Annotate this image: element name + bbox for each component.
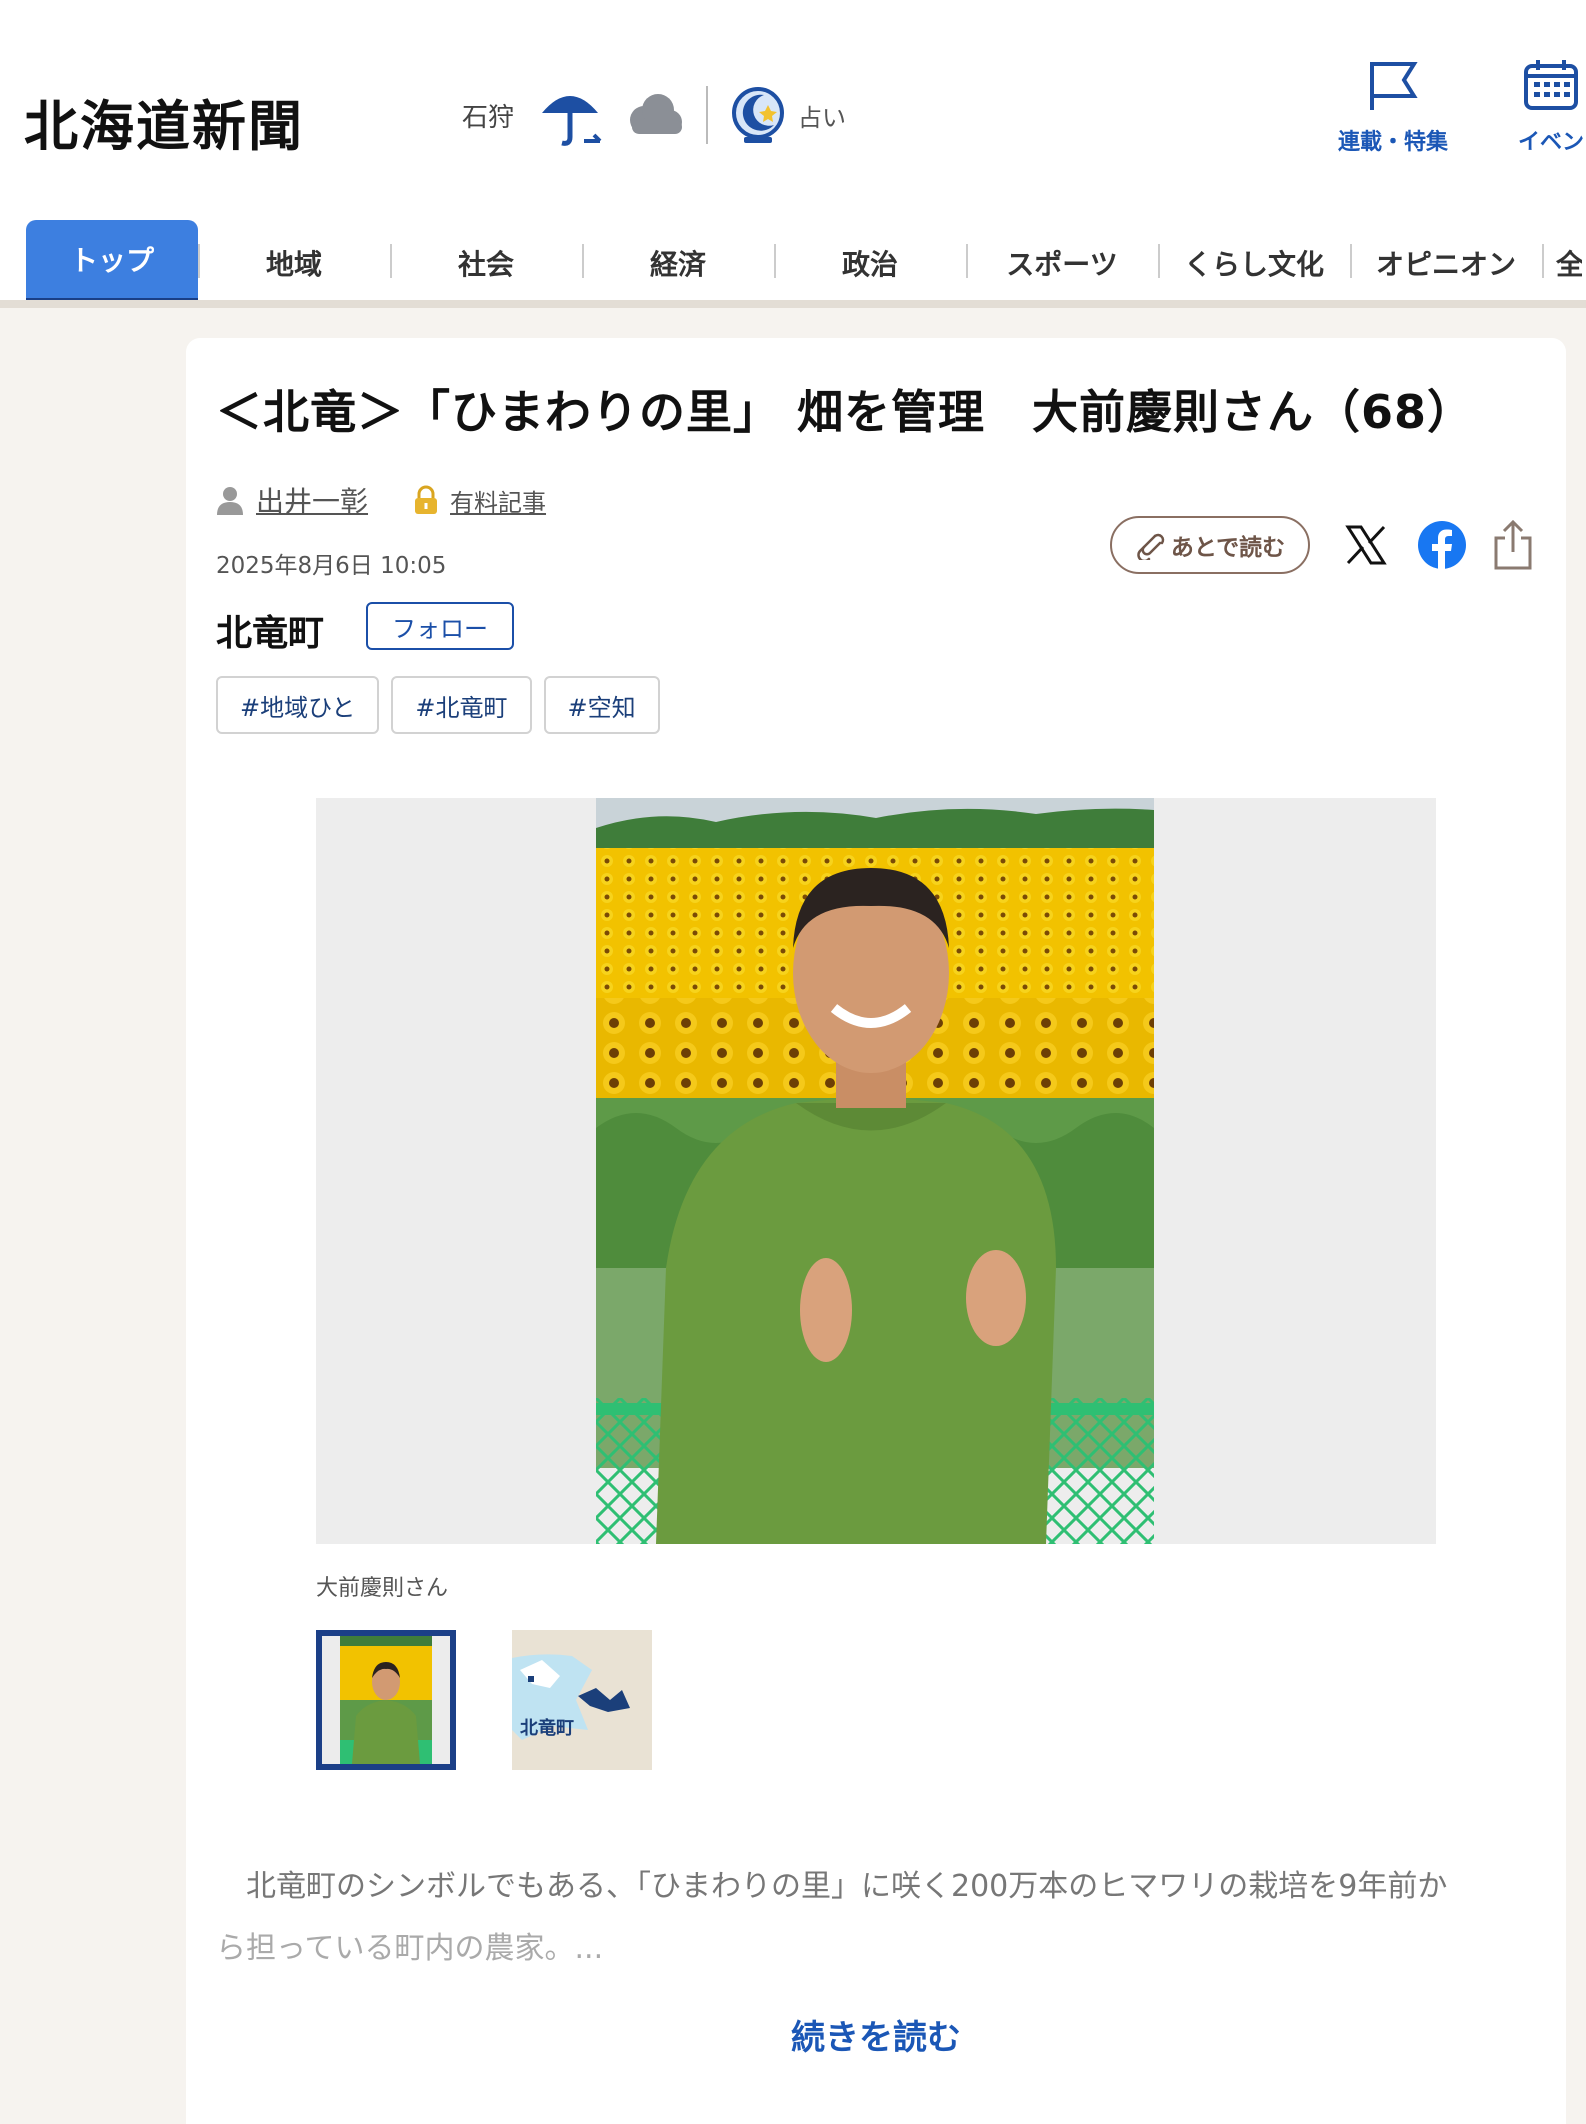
tab-politics[interactable]: 政治	[774, 220, 966, 306]
read-more-link[interactable]: 続きを読む	[186, 2010, 1566, 2059]
tag-list: #地域ひと #北竜町 #空知	[216, 676, 660, 734]
main-photo-frame[interactable]	[316, 798, 1436, 1544]
paperclip-icon	[1137, 533, 1165, 560]
region-name[interactable]: 北竜町	[216, 604, 324, 656]
article-lead-line-2: ら担っている町内の農家。...	[216, 1931, 604, 1966]
paid-article-label[interactable]: 有料記事	[450, 483, 546, 518]
facebook-share-icon[interactable]	[1418, 521, 1466, 569]
tab-economy[interactable]: 経済	[582, 220, 774, 306]
x-share-icon[interactable]	[1344, 523, 1388, 567]
tag-sorachi[interactable]: #空知	[543, 676, 660, 734]
fortune-icon[interactable]	[730, 85, 786, 145]
tab-society[interactable]: 社会	[390, 220, 582, 306]
top-link-series[interactable]: 連載・特集	[1338, 58, 1448, 156]
article-title: ＜北竜＞「ひまわりの里」 畑を管理 大前慶則さん（68）	[216, 385, 1475, 439]
tab-all[interactable]: 全	[1542, 220, 1582, 306]
flag-icon	[1370, 62, 1418, 110]
follow-button[interactable]: フォロー	[366, 602, 514, 650]
article-card: ＜北竜＞「ひまわりの里」 畑を管理 大前慶則さん（68） 出井一彰 有料記事 2…	[186, 338, 1566, 2124]
map-thumbnail[interactable]: 北竜町	[512, 1630, 652, 1770]
tab-top[interactable]: トップ	[26, 220, 198, 306]
sunflower-portrait-image	[596, 798, 1154, 1544]
cloud-icon	[630, 94, 683, 134]
lock-icon	[415, 485, 438, 514]
tab-opinion[interactable]: オピニオン	[1350, 220, 1542, 306]
publish-date: 2025年8月6日 10:05	[216, 553, 447, 579]
map-thumbnail-image	[512, 1630, 652, 1770]
calendar-icon	[1524, 60, 1578, 110]
read-later-button[interactable]: あとで読む	[1110, 516, 1310, 574]
photo-thumbnail-1[interactable]	[316, 1630, 456, 1770]
top-link-events[interactable]: イベン	[1518, 58, 1584, 156]
author-link[interactable]: 出井一彰	[256, 480, 368, 520]
read-later-label: あとで読む	[1170, 535, 1286, 561]
main-photo	[596, 798, 1154, 1544]
weather-widget[interactable]: 石狩 占い	[462, 78, 846, 152]
top-link-events-label: イベン	[1518, 130, 1585, 155]
byline: 出井一彰 有料記事	[216, 480, 546, 520]
umbrella-icon	[542, 96, 602, 146]
weather-location: 石狩	[462, 102, 515, 133]
site-logo[interactable]: 北海道新聞	[24, 82, 304, 161]
tab-culture[interactable]: くらし文化	[1158, 220, 1350, 306]
fortune-label[interactable]: 占い	[798, 98, 846, 133]
share-icon[interactable]	[1492, 520, 1534, 570]
photo-caption: 大前慶則さん	[316, 1576, 449, 1601]
article-lead-line-1: 北竜町のシンボルでもある、「ひまわりの里」に咲く200万本のヒマワリの栽培を9年…	[216, 1869, 1448, 1904]
nav-underline	[0, 300, 1586, 308]
tag-hokuryu[interactable]: #北竜町	[391, 676, 532, 734]
map-thumbnail-label: 北竜町	[520, 1718, 574, 1739]
weather-divider	[706, 86, 709, 144]
portrait-thumbnail-image	[322, 1636, 450, 1764]
author-icon	[217, 487, 243, 515]
tab-sports[interactable]: スポーツ	[966, 220, 1158, 306]
article-lead: 北竜町のシンボルでもある、「ひまわりの里」に咲く200万本のヒマワリの栽培を9年…	[216, 1856, 1546, 1980]
top-link-series-label: 連載・特集	[1338, 130, 1449, 155]
category-nav: トップ 地域 社会 経済 政治 スポーツ くらし文化 オピニオン 全	[0, 220, 1586, 306]
tag-chiiki-hito[interactable]: #地域ひと	[216, 676, 380, 734]
article-actions: あとで読む	[1110, 516, 1534, 574]
tab-region[interactable]: 地域	[198, 220, 390, 306]
